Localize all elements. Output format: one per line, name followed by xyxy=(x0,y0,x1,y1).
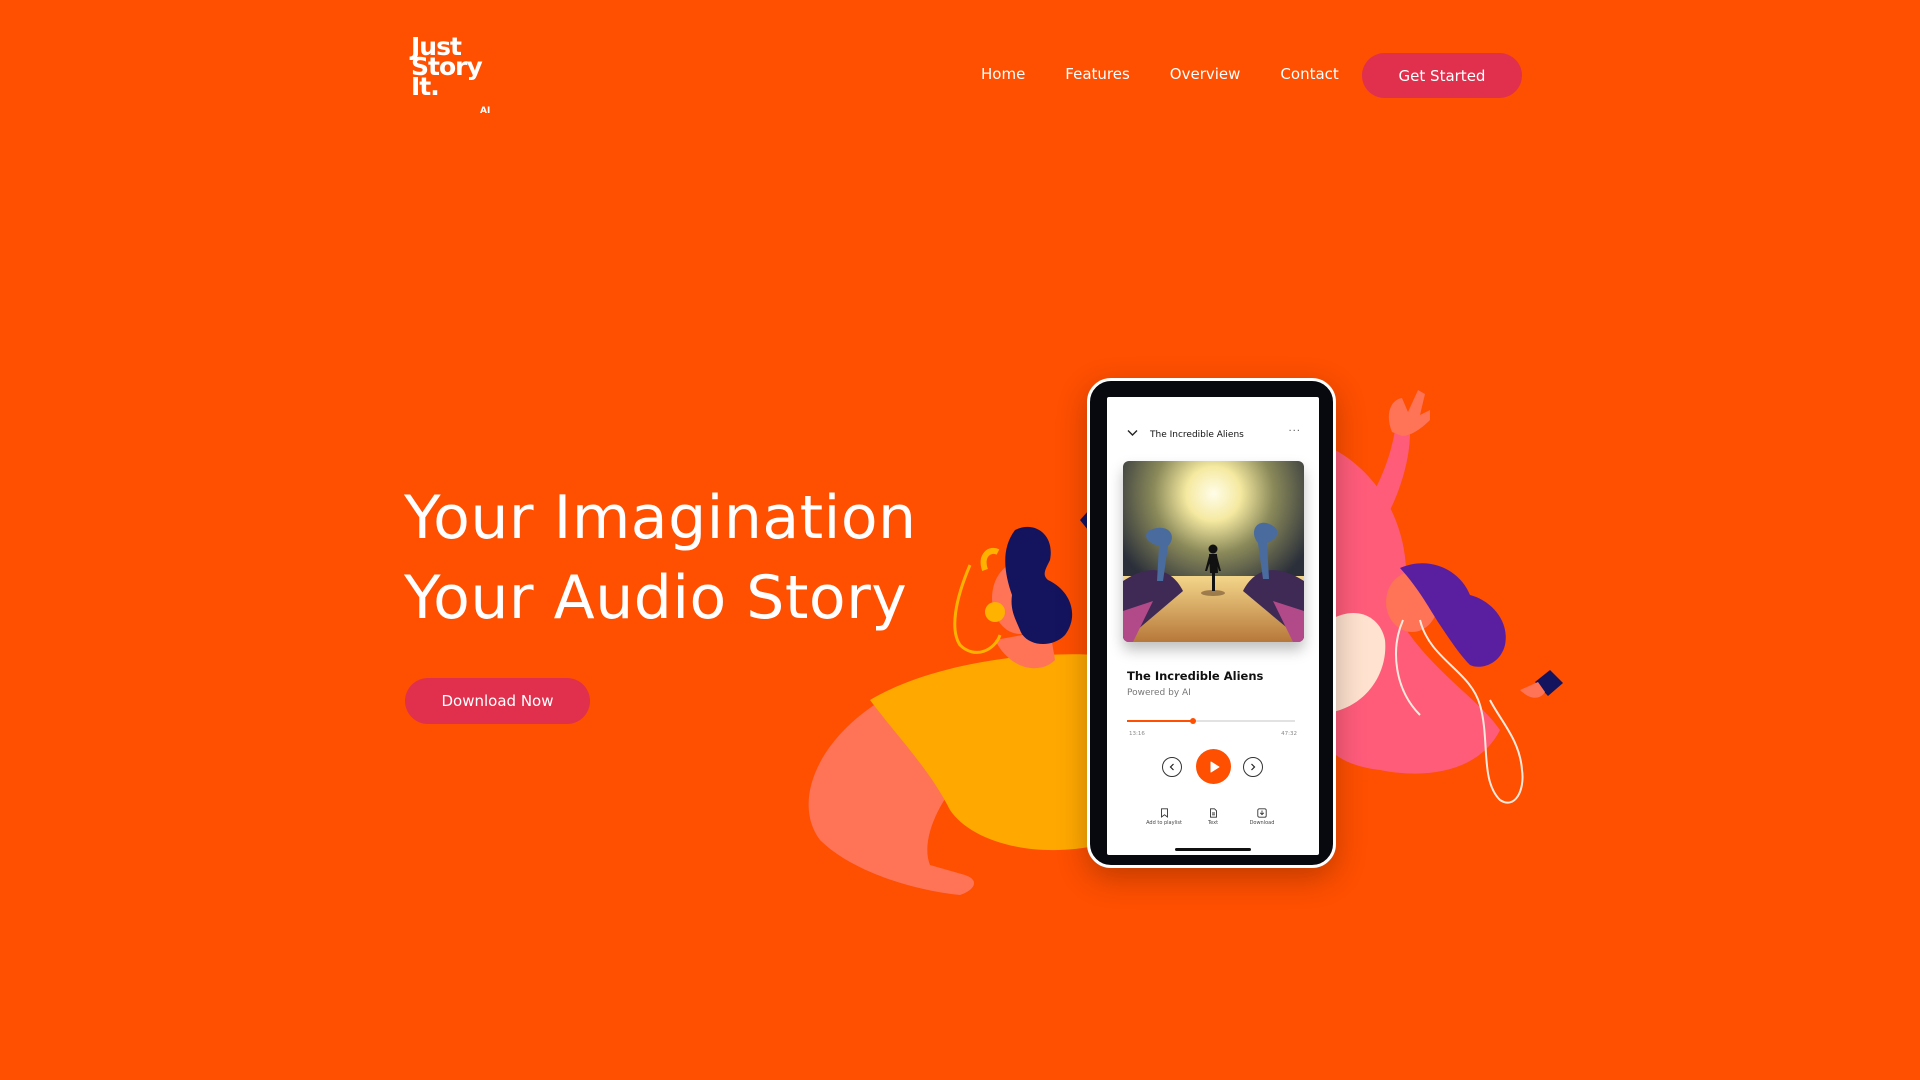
progress-handle[interactable] xyxy=(1189,718,1196,724)
next-button[interactable] xyxy=(1243,757,1263,777)
logo-ai-badge: AI xyxy=(480,106,491,116)
download-button[interactable]: Download xyxy=(1237,808,1287,826)
play-button[interactable] xyxy=(1196,749,1231,784)
add-to-playlist-label: Add to playlist xyxy=(1146,820,1182,826)
add-to-playlist-button[interactable]: Add to playlist xyxy=(1139,808,1189,826)
progress-bar[interactable] xyxy=(1127,718,1295,724)
main-nav: Home Features Overview Contact xyxy=(981,65,1339,83)
nav-contact-link[interactable]: Contact xyxy=(1280,65,1338,83)
download-label: Download xyxy=(1249,820,1275,826)
previous-button[interactable] xyxy=(1162,757,1182,777)
text-label: Text xyxy=(1207,820,1219,826)
woman-illustration xyxy=(1310,390,1563,804)
chevron-right-icon xyxy=(1251,763,1256,771)
man-illustration xyxy=(808,500,1110,895)
progress-fill xyxy=(1127,720,1193,722)
player-actions: Add to playlist Text Download xyxy=(1107,808,1319,838)
phone-screen: The Incredible Aliens ··· The Incredible… xyxy=(1107,397,1319,855)
logo[interactable]: Just Story It. AI xyxy=(411,34,501,119)
text-button[interactable]: Text xyxy=(1188,808,1238,826)
track-subtitle: Powered by AI xyxy=(1127,688,1191,698)
bookmark-icon xyxy=(1160,808,1168,818)
chevron-left-icon xyxy=(1169,763,1174,771)
home-indicator xyxy=(1175,848,1251,851)
play-icon xyxy=(1210,761,1219,772)
time-total: 47:32 xyxy=(1281,731,1297,737)
nav-overview-link[interactable]: Overview xyxy=(1170,65,1241,83)
download-now-button[interactable]: Download Now xyxy=(405,678,590,724)
nav-features-link[interactable]: Features xyxy=(1065,65,1130,83)
album-cover-image xyxy=(1123,461,1304,642)
get-started-button[interactable]: Get Started xyxy=(1362,53,1522,98)
track-title: The Incredible Aliens xyxy=(1127,669,1264,683)
download-icon xyxy=(1257,808,1267,818)
document-icon xyxy=(1209,808,1217,818)
more-options-icon[interactable]: ··· xyxy=(1288,426,1301,437)
player-header-title: The Incredible Aliens xyxy=(1150,430,1244,440)
nav-home-link[interactable]: Home xyxy=(981,65,1025,83)
phone-mockup: The Incredible Aliens ··· The Incredible… xyxy=(1087,378,1336,868)
time-elapsed: 13:16 xyxy=(1129,731,1145,737)
chevron-down-icon[interactable] xyxy=(1127,429,1138,440)
